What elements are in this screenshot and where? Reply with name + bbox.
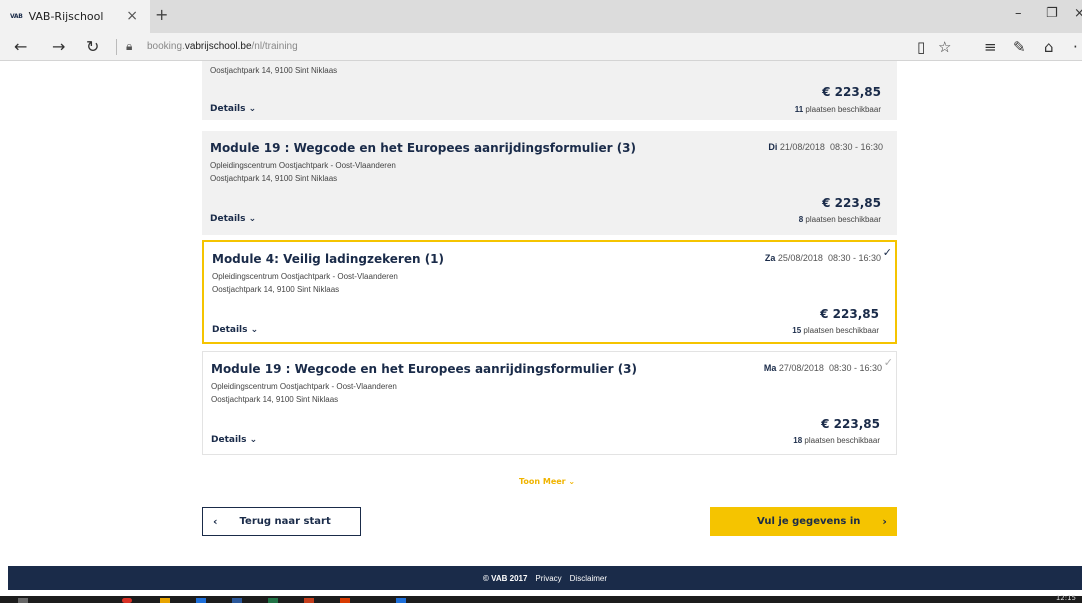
card-availability: 11 plaatsen beschikbaar: [794, 105, 881, 114]
forward-arrow-icon[interactable]: →: [52, 37, 65, 56]
address-toolbar: ← → ↻ 🔒︎ booking.vabrijschool.be/nl/trai…: [0, 33, 1082, 61]
card-availability: 8 plaatsen beschikbaar: [798, 215, 881, 224]
browser-tab[interactable]: VAB VAB-Rijschool ×: [0, 0, 150, 33]
edge-taskbar-icon[interactable]: [196, 598, 206, 603]
active-browser-taskbar-icon[interactable]: [396, 598, 406, 603]
card-price: € 223,85: [821, 417, 880, 431]
taskbar-clock: 12:15: [1055, 594, 1076, 602]
favorite-star-icon[interactable]: ☆: [938, 38, 951, 56]
details-toggle[interactable]: Details ⌄: [211, 435, 257, 445]
chevron-left-icon: ‹: [213, 515, 218, 528]
address-field[interactable]: booking.vabrijschool.be/nl/training: [147, 41, 298, 52]
details-toggle[interactable]: Details ⌄: [210, 214, 256, 224]
card-location: Opleidingscentrum Oostjachtpark - Oost-V…: [210, 161, 396, 170]
chevron-down-icon: ⌄: [250, 325, 259, 335]
start-icon[interactable]: [18, 598, 28, 603]
more-icon[interactable]: ·: [1073, 38, 1078, 56]
lock-icon: 🔒︎: [126, 39, 133, 53]
chevron-down-icon: ⌄: [249, 435, 258, 445]
toolbar-divider: [116, 39, 117, 55]
back-to-start-button[interactable]: ‹ Terug naar start: [202, 507, 361, 536]
card-price: € 223,85: [822, 85, 881, 99]
restore-icon[interactable]: ❐: [1046, 6, 1058, 21]
card-address: Oostjachtpark 14, 9100 Sint Niklaas: [212, 285, 340, 294]
details-toggle[interactable]: Details ⌄: [210, 104, 256, 114]
privacy-link[interactable]: Privacy: [535, 574, 561, 583]
chrome-taskbar-icon[interactable]: [122, 598, 132, 603]
fill-details-button[interactable]: Vul je gegevens in ›: [710, 507, 897, 536]
powerpoint-taskbar-icon[interactable]: [304, 598, 314, 603]
word-taskbar-icon[interactable]: [232, 598, 242, 603]
card-date: Za 25/08/2018 08:30 - 16:30: [764, 253, 881, 263]
site-footer: © VAB 2017 Privacy Disclaimer: [8, 566, 1082, 590]
footer-copyright: © VAB 2017: [482, 573, 528, 583]
browser-tab-bar: VAB VAB-Rijschool × + – ❐ ×: [0, 0, 1082, 33]
course-title: Module 19 : Wegcode en het Europees aanr…: [211, 362, 638, 376]
card-address: Oostjachtpark 14, 9100 Sint Niklaas: [210, 66, 338, 75]
reading-view-icon[interactable]: ▯: [917, 38, 925, 56]
disclaimer-link[interactable]: Disclaimer: [570, 574, 607, 583]
course-title: Module 19 : Wegcode en het Europees aanr…: [210, 141, 637, 155]
chevron-down-icon: ⌄: [248, 214, 257, 224]
check-icon: ✓: [883, 356, 893, 369]
course-card-selected[interactable]: Module 4: Veilig ladingzekeren (1) Oplei…: [202, 240, 897, 344]
card-address: Oostjachtpark 14, 9100 Sint Niklaas: [210, 174, 338, 183]
chevron-down-icon: ⌄: [248, 104, 257, 114]
chevron-down-icon: ⌄: [568, 477, 576, 486]
back-button-label: Terug naar start: [239, 516, 331, 527]
card-address: Oostjachtpark 14, 9100 Sint Niklaas: [211, 395, 339, 404]
card-location: Opleidingscentrum Oostjachtpark - Oost-V…: [212, 272, 398, 281]
share-icon[interactable]: ⌂: [1044, 38, 1054, 56]
card-availability: 18 plaatsen beschikbaar: [793, 436, 880, 445]
card-location: Opleidingscentrum Oostjachtpark - Oost-V…: [211, 382, 397, 391]
card-price: € 223,85: [822, 196, 881, 210]
next-button-label: Vul je gegevens in: [757, 516, 861, 527]
chevron-right-icon: ›: [882, 515, 887, 528]
excel-taskbar-icon[interactable]: [268, 598, 278, 603]
refresh-icon[interactable]: ↻: [86, 37, 99, 56]
course-title: Module 4: Veilig ladingzekeren (1): [212, 252, 445, 266]
minimize-icon[interactable]: –: [1015, 6, 1022, 21]
selected-check-icon: ✓: [882, 246, 892, 259]
card-availability: 15 plaatsen beschikbaar: [792, 326, 879, 335]
details-toggle[interactable]: Details ⌄: [212, 325, 258, 335]
vab-favicon-icon: VAB: [10, 13, 23, 20]
tab-title: VAB-Rijschool: [28, 10, 104, 23]
course-card[interactable]: Module 19 : Wegcode en het Europees aanr…: [202, 351, 897, 455]
card-date: Ma 27/08/2018 08:30 - 16:30: [763, 363, 882, 373]
close-window-icon[interactable]: ×: [1074, 6, 1082, 21]
course-card[interactable]: Module 19 : Wegcode en het Europees aanr…: [202, 131, 897, 235]
close-tab-icon[interactable]: ×: [126, 8, 138, 24]
hub-icon[interactable]: ≡: [984, 38, 997, 56]
explorer-taskbar-icon[interactable]: [160, 598, 170, 603]
office-taskbar-icon[interactable]: [340, 598, 350, 603]
new-tab-button[interactable]: +: [155, 5, 168, 24]
show-more-link[interactable]: Toon Meer ⌄: [519, 477, 575, 486]
card-date: Di 21/08/2018 08:30 - 16:30: [768, 142, 883, 152]
card-price: € 223,85: [820, 307, 879, 321]
course-card-partial[interactable]: Oostjachtpark 14, 9100 Sint Niklaas € 22…: [202, 61, 897, 120]
back-arrow-icon[interactable]: ←: [14, 37, 27, 56]
web-note-icon[interactable]: ✎: [1013, 38, 1026, 56]
